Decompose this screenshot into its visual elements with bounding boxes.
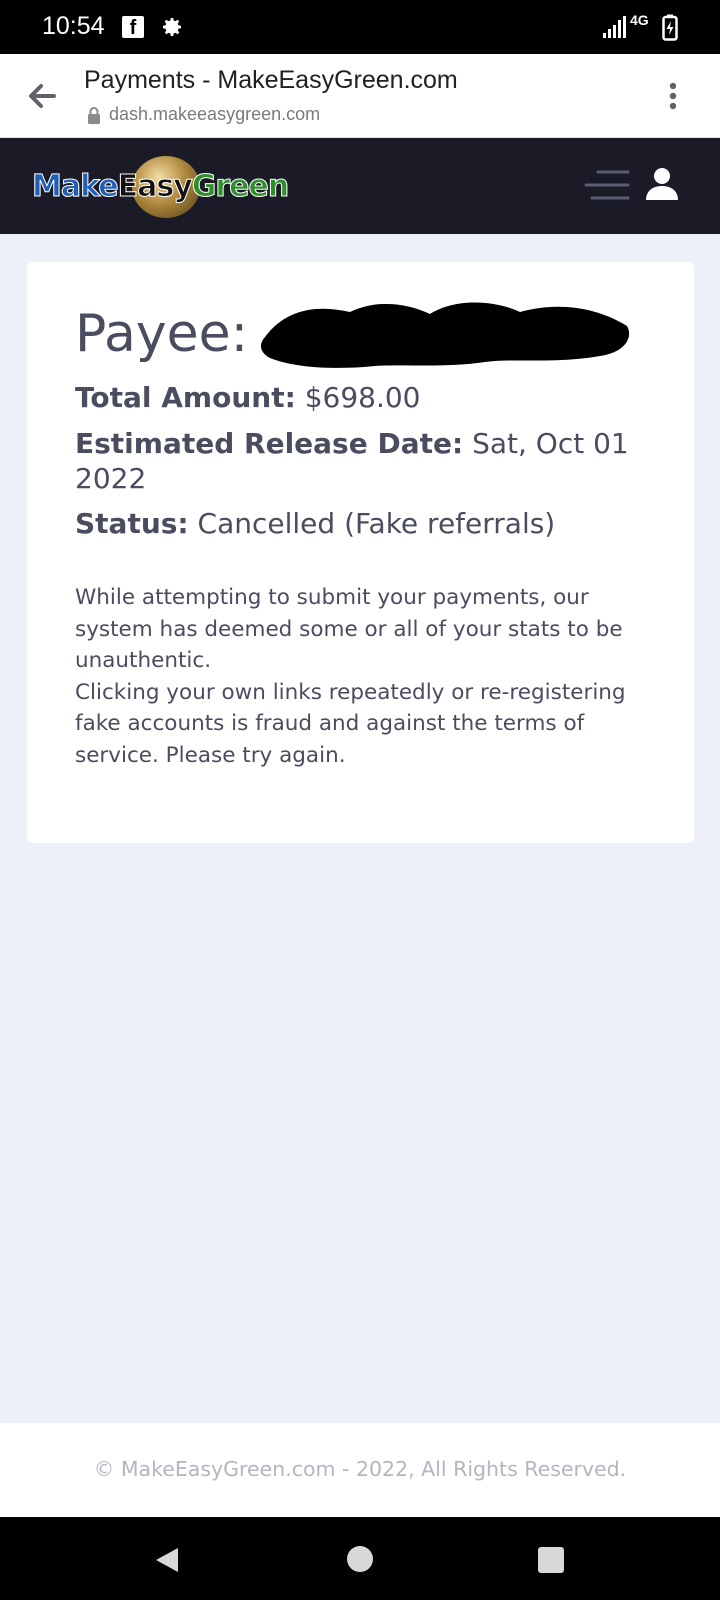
payee-label: Payee:	[75, 304, 249, 364]
lock-icon	[88, 107, 100, 124]
gear-icon	[163, 18, 181, 36]
nav-back-icon[interactable]	[152, 1545, 182, 1575]
more-vert-icon[interactable]	[655, 80, 691, 116]
total-amount-row: Total Amount: $698.00	[75, 381, 421, 414]
system-nav-bar	[0, 1517, 720, 1600]
network-type: 4G	[630, 12, 649, 28]
site-logo[interactable]: MakeEasyGreen	[30, 152, 290, 222]
battery-charging-icon	[662, 14, 678, 41]
browser-toolbar: Payments - MakeEasyGreen.com dash.makeea…	[0, 54, 720, 138]
page-title: Payments - MakeEasyGreen.com	[84, 66, 458, 94]
status-bar: 10:54 f 4G	[0, 0, 720, 54]
fraud-message: While attempting to submit your payments…	[75, 585, 626, 768]
payment-card: Payee: Total Amount: $698.00 Estimated R…	[27, 262, 694, 843]
signal-icon	[603, 16, 626, 38]
user-icon[interactable]	[644, 166, 680, 202]
facebook-icon: f	[122, 16, 144, 39]
status-row: Status: Cancelled (Fake referrals)	[75, 507, 556, 540]
site-footer: © MakeEasyGreen.com - 2022, All Rights R…	[0, 1423, 720, 1517]
back-arrow-icon[interactable]	[22, 76, 62, 116]
nav-home-icon[interactable]	[347, 1546, 373, 1572]
site-header: MakeEasyGreen	[0, 138, 720, 234]
release-date-row: Estimated Release Date: Sat, Oct 01 2022	[75, 427, 629, 495]
footer-copyright: © MakeEasyGreen.com - 2022, All Rights R…	[93, 1457, 627, 1481]
status-time: 10:54	[42, 12, 105, 40]
status-value: Cancelled (Fake referrals)	[197, 507, 556, 540]
redaction-scribble	[260, 302, 630, 368]
nav-recent-icon[interactable]	[538, 1547, 564, 1573]
logo-text: MakeEasyGreen	[32, 169, 290, 205]
hamburger-icon[interactable]	[584, 168, 630, 204]
url-text[interactable]: dash.makeeasygreen.com	[109, 104, 320, 125]
